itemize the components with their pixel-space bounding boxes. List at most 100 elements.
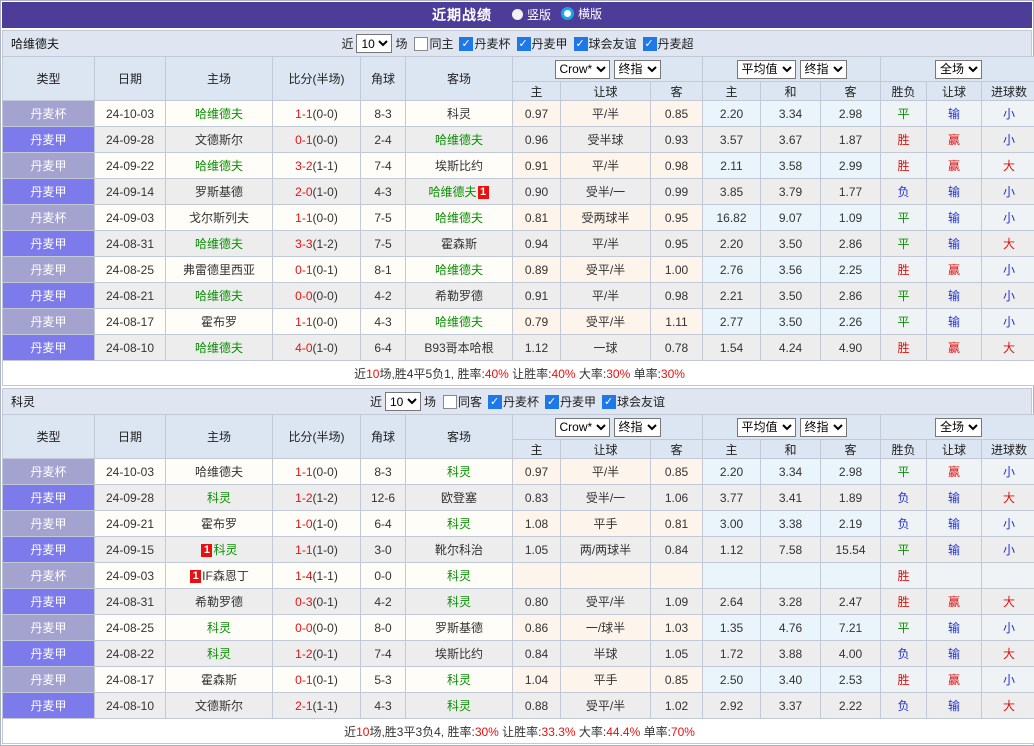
cell-avg-away: 4.00	[821, 641, 881, 667]
cell-crow-away: 0.85	[651, 667, 703, 693]
cell-result-handicap: 输	[927, 511, 982, 537]
league-filter-1-checkbox-icon[interactable]	[517, 37, 531, 51]
fulltime-score: 1-0	[295, 517, 312, 531]
cell-result-handicap: 输	[927, 309, 982, 335]
average-select[interactable]: 平均值	[737, 418, 796, 437]
bookmaker-select[interactable]: Crow*	[555, 60, 610, 79]
cell-score: 2-0(1-0)	[273, 179, 361, 205]
avg-odds-time-select[interactable]: 终指	[800, 418, 847, 437]
league-filter-3-checkbox-icon[interactable]	[643, 37, 657, 51]
cell-result-handicap	[927, 563, 982, 589]
cell-result-wdl: 平	[881, 537, 927, 563]
cell-result-goals: 小	[982, 615, 1034, 641]
halftime-score: (1-1)	[313, 159, 338, 173]
layout-radio-vertical-icon[interactable]	[512, 9, 523, 20]
cell-result-goals: 小	[982, 127, 1034, 153]
col-type-header: 类型	[3, 415, 95, 459]
cell-corners: 4-3	[361, 179, 406, 205]
full-time-select[interactable]: 全场	[935, 418, 982, 437]
league-filter-0[interactable]: 丹麦杯	[459, 35, 510, 52]
cell-avg-away: 2.19	[821, 511, 881, 537]
cell-league: 丹麦甲	[3, 641, 95, 667]
halftime-score: (0-0)	[313, 465, 338, 479]
match-count-select[interactable]: 10	[385, 392, 421, 411]
summary-segment: 30%	[661, 367, 685, 381]
layout-radio-vertical[interactable]: 竖版	[512, 6, 551, 23]
cell-avg-away: 2.98	[821, 459, 881, 485]
cell-score: 0-1(0-1)	[273, 667, 361, 693]
league-filter-2-checkbox-icon[interactable]	[602, 395, 616, 409]
cell-league: 丹麦甲	[3, 153, 95, 179]
cell-score: 1-0(1-0)	[273, 511, 361, 537]
cell-crow-home: 0.80	[513, 589, 561, 615]
league-filter-2-checkbox-icon[interactable]	[574, 37, 588, 51]
league-filter-0[interactable]: 丹麦杯	[488, 393, 539, 410]
table-row: 丹麦甲24-09-28文德斯尔0-1(0-0)2-4哈维德夫0.96受半球0.9…	[3, 127, 1034, 153]
same-filter-checkbox-icon[interactable]	[443, 395, 457, 409]
cell-league: 丹麦甲	[3, 667, 95, 693]
avg-odds-time-select[interactable]: 终指	[800, 60, 847, 79]
cell-date: 24-09-03	[95, 563, 166, 589]
league-filter-0-checkbox-icon[interactable]	[459, 37, 473, 51]
bookmaker-select-group: Crow*终指	[513, 415, 703, 440]
section-header-bar: 科灵近10场同客丹麦杯丹麦甲球会友谊	[2, 388, 1032, 414]
same-filter[interactable]: 同主	[414, 35, 453, 52]
cell-league: 丹麦甲	[3, 257, 95, 283]
col-corner-header: 角球	[361, 415, 406, 459]
cell-crow-line	[561, 563, 651, 589]
cell-corners: 4-2	[361, 283, 406, 309]
bookmaker-select[interactable]: Crow*	[555, 418, 610, 437]
odds-time-select[interactable]: 终指	[614, 60, 661, 79]
result-handicap-header: 让球	[927, 440, 982, 459]
table-row: 丹麦甲24-08-31哈维德夫3-3(1-2)7-5霍森斯0.94平/半0.95…	[3, 231, 1034, 257]
cell-result-handicap: 输	[927, 537, 982, 563]
cell-home-team: 哈维德夫	[166, 231, 273, 257]
cell-avg-draw: 3.79	[761, 179, 821, 205]
col-home-header: 主场	[166, 57, 273, 101]
layout-radio-horizontal-icon[interactable]	[561, 7, 574, 20]
league-filter-2[interactable]: 球会友谊	[574, 35, 637, 52]
league-filter-2[interactable]: 球会友谊	[602, 393, 665, 410]
games-label: 场	[395, 35, 407, 52]
cell-result-goals: 大	[982, 335, 1034, 361]
cell-away-team: 靴尔科治	[406, 537, 513, 563]
odds-home-header: 主	[513, 82, 561, 101]
league-filter-1-checkbox-icon[interactable]	[545, 395, 559, 409]
result-wdl-header: 胜负	[881, 440, 927, 459]
home-team-name: 弗雷德里西亚	[183, 263, 255, 277]
full-time-select[interactable]: 全场	[935, 60, 982, 79]
league-filter-3[interactable]: 丹麦超	[643, 35, 694, 52]
home-team-name: 希勒罗德	[195, 595, 243, 609]
average-select[interactable]: 平均值	[737, 60, 796, 79]
same-filter-checkbox-icon[interactable]	[414, 37, 428, 51]
cell-league: 丹麦甲	[3, 589, 95, 615]
league-filter-1[interactable]: 丹麦甲	[517, 35, 568, 52]
layout-radio-horizontal[interactable]: 横版	[561, 5, 602, 22]
cell-crow-away: 0.78	[651, 335, 703, 361]
league-filter-0-checkbox-icon[interactable]	[488, 395, 502, 409]
same-filter[interactable]: 同客	[443, 393, 482, 410]
league-filter-1[interactable]: 丹麦甲	[545, 393, 596, 410]
cell-date: 24-09-28	[95, 485, 166, 511]
cell-away-team: 哈维德夫	[406, 309, 513, 335]
cell-crow-home: 0.91	[513, 283, 561, 309]
games-label: 场	[424, 393, 436, 410]
fulltime-score: 0-1	[295, 133, 312, 147]
away-team-name: 希勒罗德	[435, 289, 483, 303]
cell-crow-line: 平/半	[561, 101, 651, 127]
table-row: 丹麦甲24-08-10哈维德夫4-0(1-0)6-4B93哥本哈根1.12一球0…	[3, 335, 1034, 361]
away-team-name: 科灵	[447, 465, 471, 479]
result-goals-header: 进球数	[982, 440, 1034, 459]
cell-corners: 2-4	[361, 127, 406, 153]
match-count-select[interactable]: 10	[356, 34, 392, 53]
team-name: 科灵	[11, 393, 35, 410]
cell-avg-away: 2.86	[821, 283, 881, 309]
result-goals-header: 进球数	[982, 82, 1034, 101]
cell-result-wdl: 平	[881, 309, 927, 335]
odds-time-select[interactable]: 终指	[614, 418, 661, 437]
cell-avg-away: 2.25	[821, 257, 881, 283]
cell-away-team: 埃斯比约	[406, 153, 513, 179]
cell-date: 24-08-10	[95, 693, 166, 719]
away-team-name: 科灵	[447, 107, 471, 121]
cell-result-goals: 小	[982, 667, 1034, 693]
